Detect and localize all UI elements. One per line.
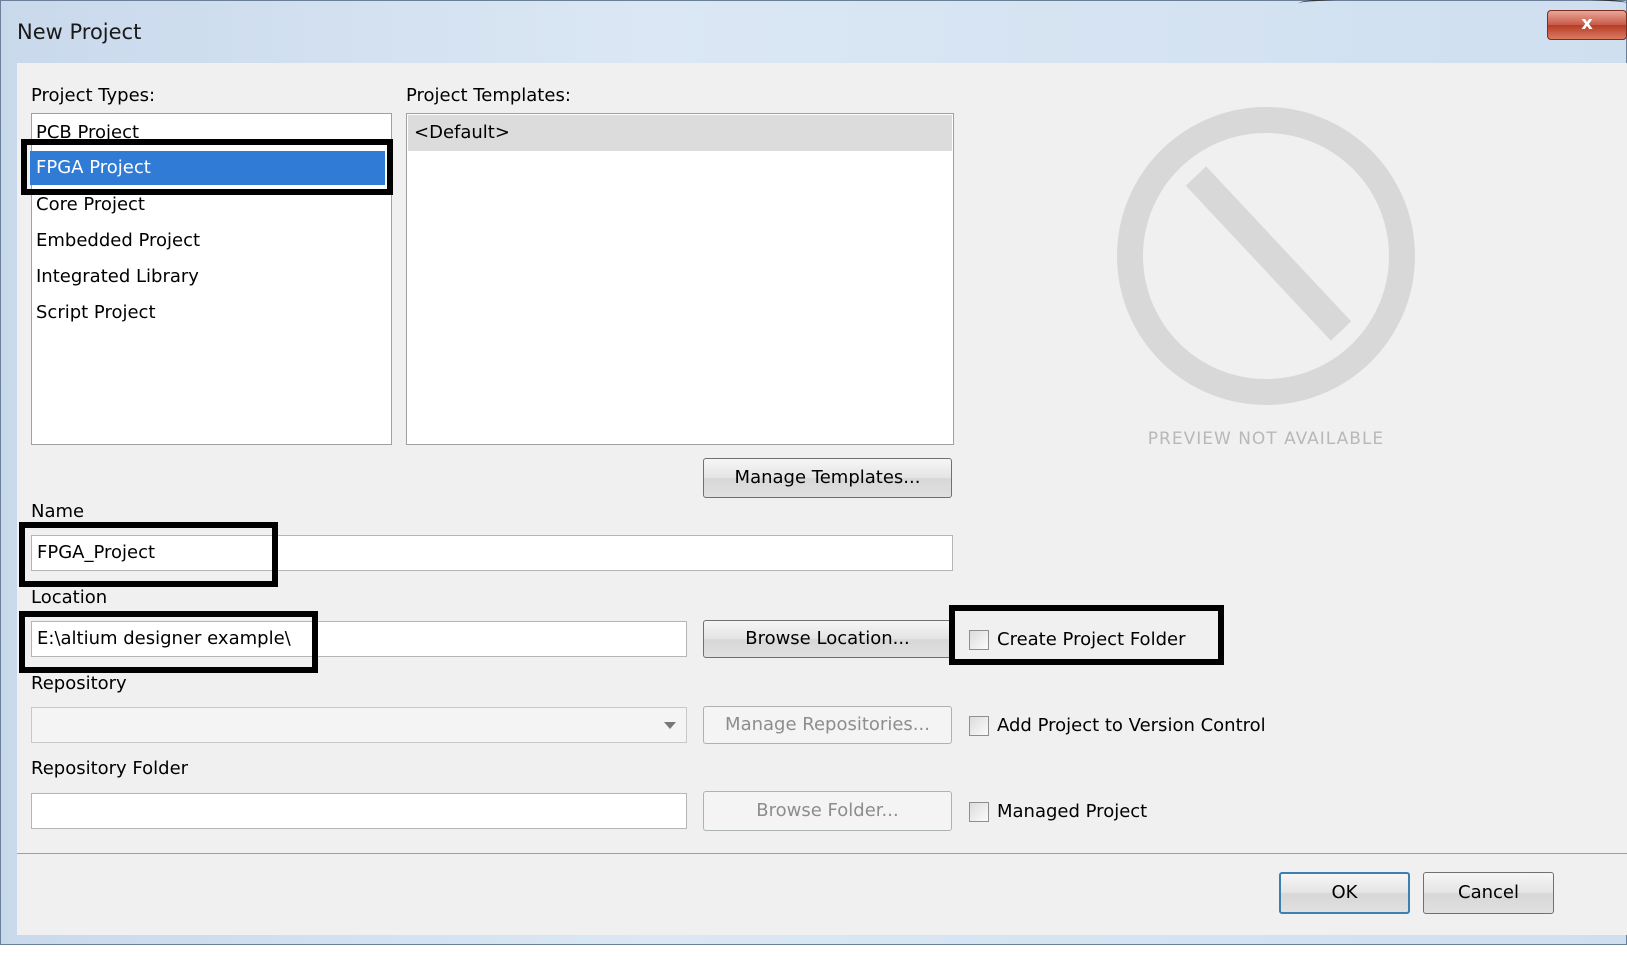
managed-project-row[interactable]: Managed Project <box>969 798 1189 828</box>
list-item-script-project[interactable]: Script Project <box>36 296 156 330</box>
repository-label: Repository <box>31 673 127 694</box>
window-title: New Project <box>17 20 142 44</box>
repository-folder-label: Repository Folder <box>31 758 189 779</box>
version-control-row[interactable]: Add Project to Version Control <box>969 712 1299 742</box>
create-project-folder-label: Create Project Folder <box>997 629 1186 650</box>
preview-not-available-text: PREVIEW NOT AVAILABLE <box>1147 429 1385 449</box>
location-input[interactable]: E:\altium designer example\ <box>31 621 687 657</box>
create-project-folder-row[interactable]: Create Project Folder <box>969 626 1219 656</box>
browse-location-button[interactable]: Browse Location... <box>703 620 952 658</box>
new-project-dialog: New Project x Project Types: PCB Project… <box>0 0 1627 945</box>
repository-folder-input[interactable] <box>31 793 687 829</box>
list-item-fpga-project[interactable]: FPGA Project <box>30 151 385 185</box>
list-item-core-project[interactable]: Core Project <box>36 188 145 222</box>
managed-project-label: Managed Project <box>997 801 1148 822</box>
managed-project-checkbox[interactable] <box>969 802 989 822</box>
project-templates-label: Project Templates: <box>406 85 571 106</box>
cancel-button[interactable]: Cancel <box>1423 872 1554 914</box>
ok-button[interactable]: OK <box>1279 872 1410 914</box>
close-icon: x <box>1581 13 1593 34</box>
add-to-version-control-checkbox[interactable] <box>969 716 989 736</box>
project-templates-list[interactable]: <Default> <box>406 113 954 445</box>
manage-templates-button[interactable]: Manage Templates... <box>703 458 952 498</box>
project-types-label: Project Types: <box>31 85 156 106</box>
title-bar[interactable]: New Project x <box>1 1 1627 63</box>
name-label: Name <box>31 501 85 522</box>
no-preview-icon <box>1117 107 1415 405</box>
location-label: Location <box>31 587 108 608</box>
list-item-integrated-library[interactable]: Integrated Library <box>36 260 199 294</box>
chevron-down-icon[interactable] <box>664 722 676 729</box>
name-input[interactable]: FPGA_Project <box>31 535 953 571</box>
list-item-embedded-project[interactable]: Embedded Project <box>36 224 200 258</box>
add-to-version-control-label: Add Project to Version Control <box>997 715 1266 736</box>
create-project-folder-checkbox[interactable] <box>969 630 989 650</box>
list-item-pcb-project[interactable]: PCB Project <box>36 116 139 150</box>
close-button[interactable]: x <box>1547 10 1627 40</box>
list-item-default-template[interactable]: <Default> <box>408 115 952 151</box>
manage-repositories-button[interactable]: Manage Repositories... <box>703 706 952 744</box>
repository-select[interactable] <box>31 707 687 743</box>
browse-folder-button[interactable]: Browse Folder... <box>703 791 952 831</box>
